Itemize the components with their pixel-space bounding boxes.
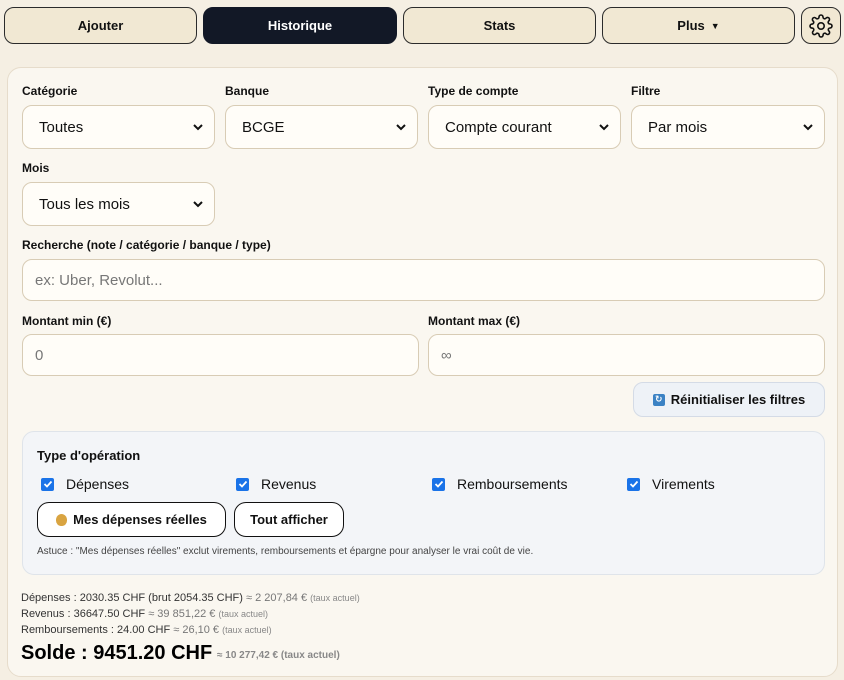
checkbox-label: Revenus <box>261 476 317 492</box>
checkbox-label: Remboursements <box>457 476 568 492</box>
reset-label: Réinitialiser les filtres <box>670 392 806 407</box>
banque-label: Banque <box>225 84 270 98</box>
montant-min-input[interactable]: 0 <box>22 334 419 376</box>
montant-max-placeholder: ∞ <box>441 346 452 364</box>
checkbox-revenus[interactable]: Revenus <box>236 476 316 492</box>
solde-approx: ≈ 10 277,42 € (taux actuel) <box>217 650 340 661</box>
chevron-down-icon <box>803 124 813 131</box>
categorie-select[interactable]: Toutes <box>22 105 215 149</box>
tout-afficher-button[interactable]: Tout afficher <box>234 502 344 537</box>
taux-note: (taux actuel) <box>310 593 360 603</box>
summary-text: Revenus : 36647.50 CHF <box>21 608 146 620</box>
money-bag-icon <box>56 513 68 526</box>
montant-max-input[interactable]: ∞ <box>428 334 825 376</box>
history-panel: Catégorie Toutes Banque BCGE Type de com… <box>7 67 838 677</box>
type-compte-label: Type de compte <box>428 84 519 98</box>
mois-select[interactable]: Tous les mois <box>22 182 215 226</box>
banque-select[interactable]: BCGE <box>225 105 418 149</box>
operation-type-title: Type d'opération <box>37 448 141 463</box>
type-compte-select[interactable]: Compte courant <box>428 105 621 149</box>
montant-min-label: Montant min (€) <box>22 314 112 328</box>
button-label: Mes dépenses réelles <box>73 512 207 527</box>
reset-filters-button[interactable]: ↻ Réinitialiser les filtres <box>633 382 825 417</box>
tab-label: Plus <box>677 18 705 33</box>
chevron-down-icon <box>396 124 406 131</box>
categorie-label: Catégorie <box>22 84 78 98</box>
tab-plus[interactable]: Plus ▼ <box>602 7 795 44</box>
checkbox-virements[interactable]: Virements <box>627 476 715 492</box>
summary-approx: ≈ 39 851,22 € <box>148 608 216 620</box>
montant-max-label: Montant max (€) <box>428 314 521 328</box>
taux-note: (taux actuel) <box>222 625 272 635</box>
summary-approx: ≈ 26,10 € <box>173 624 220 636</box>
summary-text: Dépenses : 2030.35 CHF (brut 2054.35 CHF… <box>21 592 243 604</box>
tab-label: Stats <box>483 18 516 33</box>
caret-down-icon: ▼ <box>710 20 720 31</box>
button-label: Tout afficher <box>250 512 328 527</box>
select-value: Toutes <box>39 118 84 136</box>
taux-note: (taux actuel) <box>218 609 268 619</box>
tab-ajouter[interactable]: Ajouter <box>4 7 197 44</box>
checkbox-checked-icon[interactable] <box>41 477 54 491</box>
summary-revenus: Revenus : 36647.50 CHF ≈ 39 851,22 € (ta… <box>21 608 268 620</box>
checkbox-checked-icon[interactable] <box>627 477 640 491</box>
chevron-down-icon <box>193 201 203 208</box>
select-value: BCGE <box>242 118 285 136</box>
checkbox-checked-icon[interactable] <box>236 477 249 491</box>
checkbox-depenses[interactable]: Dépenses <box>41 476 129 492</box>
refresh-icon: ↻ <box>652 393 665 406</box>
chevron-down-icon <box>599 124 609 131</box>
summary-text: Remboursements : 24.00 CHF <box>21 624 171 636</box>
taux-note: (taux actuel) <box>280 650 340 661</box>
checkbox-remboursements[interactable]: Remboursements <box>432 476 568 492</box>
settings-button[interactable] <box>801 7 841 44</box>
chevron-down-icon <box>193 124 203 131</box>
montant-min-placeholder: 0 <box>35 346 44 364</box>
top-nav: Ajouter Historique Stats Plus ▼ <box>4 7 841 45</box>
solde-total: Solde : 9451.20 CHF <box>21 642 213 664</box>
tab-historique[interactable]: Historique <box>203 7 397 44</box>
summary-approx: ≈ 2 207,84 € <box>246 592 308 604</box>
filtre-label: Filtre <box>631 84 661 98</box>
tip-text: Astuce : "Mes dépenses réelles" exclut v… <box>37 546 534 557</box>
tab-stats[interactable]: Stats <box>403 7 596 44</box>
summary-remboursements: Remboursements : 24.00 CHF ≈ 26,10 € (ta… <box>21 624 272 636</box>
search-placeholder: ex: Uber, Revolut... <box>35 271 163 289</box>
operation-type-panel: Type d'opération Dépenses Revenus Rembou… <box>22 431 825 575</box>
checkbox-checked-icon[interactable] <box>432 477 445 491</box>
select-value: Compte courant <box>445 118 552 136</box>
mes-depenses-reelles-button[interactable]: Mes dépenses réelles <box>37 502 226 537</box>
gear-icon <box>809 13 833 38</box>
select-value: Tous les mois <box>39 195 130 213</box>
search-input[interactable]: ex: Uber, Revolut... <box>22 259 825 301</box>
filtre-select[interactable]: Par mois <box>631 105 825 149</box>
select-value: Par mois <box>648 118 708 136</box>
mois-label: Mois <box>22 161 50 175</box>
tab-label: Ajouter <box>77 18 124 33</box>
solde-approx-value: ≈ 10 277,42 € <box>217 650 279 661</box>
checkbox-label: Virements <box>652 476 715 492</box>
checkbox-label: Dépenses <box>66 476 130 492</box>
tab-label: Historique <box>267 18 333 33</box>
summary-depenses: Dépenses : 2030.35 CHF (brut 2054.35 CHF… <box>21 592 360 604</box>
recherche-label: Recherche (note / catégorie / banque / t… <box>22 238 271 252</box>
